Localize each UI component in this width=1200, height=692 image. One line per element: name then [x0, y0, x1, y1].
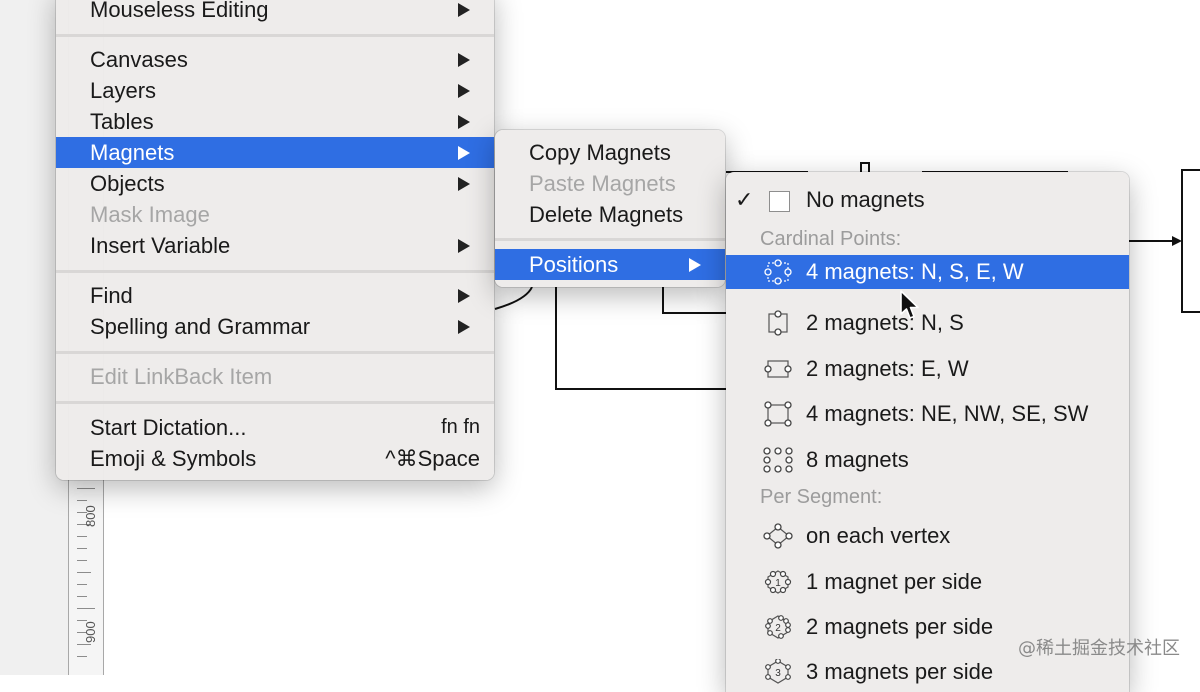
menu-item-on-each-vertex[interactable]: on each vertex [726, 519, 1129, 553]
menu-item-positions[interactable]: Positions [495, 249, 725, 280]
menu-item-label: Magnets [90, 140, 175, 165]
menu-item-label: 2 magnets: N, S [806, 310, 964, 335]
menu-item-label: Spelling and Grammar [90, 314, 311, 339]
menu-item-label: 2 magnets: E, W [806, 356, 969, 381]
magnets-ew-icon [764, 360, 792, 378]
submenu-arrow-icon [458, 146, 470, 160]
submenu-arrow-icon [458, 289, 470, 303]
menu-item-label: Canvases [90, 47, 188, 72]
watermark-text: @稀土掘金技术社区 [1018, 638, 1180, 659]
section-header-cardinal: Cardinal Points: [760, 228, 902, 250]
section-header-segment: Per Segment: [760, 486, 883, 508]
menu-item-label: 4 magnets: N, S, E, W [806, 259, 1024, 284]
submenu-arrow-icon [458, 177, 470, 191]
menu-item-label: Find [90, 283, 133, 308]
menu-item-objects[interactable]: Objects [56, 168, 494, 199]
magnets-three-per-side-icon: 3 [765, 659, 791, 684]
menu-item-1-magnet-per-side[interactable]: 1 1 magnet per side [726, 565, 1129, 599]
menu-item-4-magnets-nsew[interactable]: 4 magnets: N, S, E, W [726, 255, 1129, 289]
menu-item-3-magnets-per-side[interactable]: 3 3 magnets per side [726, 655, 1129, 689]
connector-curve[interactable] [494, 286, 533, 310]
menu-item-mask-image: Mask Image [56, 199, 494, 230]
positions-submenu: ✓ No magnets Cardinal Points: 4 magnets:… [726, 172, 1129, 692]
menu-item-4-magnets-corners[interactable]: 4 magnets: NE, NW, SE, SW [726, 397, 1129, 431]
menu-item-find[interactable]: Find [56, 280, 494, 311]
empty-square-icon [769, 191, 790, 212]
submenu-arrow-icon [458, 53, 470, 67]
menu-item-magnets[interactable]: Magnets [56, 137, 494, 168]
mouse-cursor-icon [900, 290, 919, 319]
svg-text:1: 1 [775, 578, 781, 589]
context-menu: Mouseless Editing Canvases Layers Tables… [56, 0, 494, 480]
submenu-arrow-icon [458, 320, 470, 334]
menu-item-no-magnets[interactable]: ✓ No magnets [726, 183, 1129, 217]
menu-separator [56, 34, 494, 37]
menu-item-label: 2 magnets per side [806, 614, 994, 639]
menu-separator [495, 238, 725, 241]
menu-item-canvases[interactable]: Canvases [56, 44, 494, 75]
menu-item-label: No magnets [806, 187, 925, 212]
menu-item-label: Emoji & Symbols [90, 446, 257, 471]
menu-item-8-magnets[interactable]: 8 magnets [726, 443, 1129, 477]
shape-edge[interactable] [860, 162, 870, 172]
menu-item-emoji-symbols[interactable]: Emoji & Symbols ^⌘Space [56, 443, 494, 474]
menu-item-delete-magnets[interactable]: Delete Magnets [495, 199, 725, 230]
submenu-arrow-icon [458, 115, 470, 129]
arrowhead [1172, 236, 1182, 246]
menu-separator [56, 351, 494, 354]
magnets-vertex-icon [763, 523, 793, 549]
menu-item-label: Delete Magnets [529, 202, 684, 227]
menu-item-copy-magnets[interactable]: Copy Magnets [495, 137, 725, 168]
shape-box[interactable] [1181, 169, 1200, 313]
menu-separator [56, 270, 494, 273]
menu-item-insert-variable[interactable]: Insert Variable [56, 230, 494, 261]
submenu-arrow-icon [689, 258, 701, 272]
menu-item-label: 1 magnet per side [806, 569, 983, 594]
menu-item-label: Objects [90, 171, 165, 196]
menu-item-paste-magnets: Paste Magnets [495, 168, 725, 199]
menu-item-label: Positions [529, 252, 619, 277]
menu-item-tables[interactable]: Tables [56, 106, 494, 137]
menu-item-label: Tables [90, 109, 154, 134]
menu-item-2-magnets-ns[interactable]: 2 magnets: N, S [726, 306, 1129, 340]
shortcut-label: fn fn [441, 416, 480, 438]
menu-item-label: on each vertex [806, 523, 951, 548]
menu-item-label: 8 magnets [806, 447, 909, 472]
menu-item-edit-linkback: Edit LinkBack Item [56, 361, 494, 392]
menu-separator [56, 401, 494, 404]
menu-item-start-dictation[interactable]: Start Dictation... fn fn [56, 412, 494, 443]
connector-line[interactable] [662, 287, 726, 314]
magnets-one-per-side-icon: 1 [764, 570, 792, 594]
checkmark-icon: ✓ [735, 187, 754, 212]
magnets-eight-icon [763, 447, 793, 473]
submenu-arrow-icon [458, 3, 470, 17]
menu-item-label: 3 magnets per side [806, 659, 994, 684]
svg-text:3: 3 [775, 668, 781, 679]
menu-item-label: Mouseless Editing [90, 0, 269, 22]
menu-item-label: Insert Variable [90, 233, 231, 258]
magnets-two-per-side-icon: 2 [765, 615, 791, 639]
submenu-arrow-icon [458, 84, 470, 98]
svg-text:2: 2 [775, 623, 781, 634]
magnets-nsew-icon [764, 259, 792, 285]
shortcut-label: ^⌘Space [385, 446, 480, 471]
magnets-ns-icon [768, 310, 788, 336]
magnets-submenu: Copy Magnets Paste Magnets Delete Magnet… [495, 130, 725, 287]
menu-item-label: Layers [90, 78, 157, 103]
magnets-corners-icon [764, 401, 792, 427]
menu-item-spelling-grammar[interactable]: Spelling and Grammar [56, 311, 494, 342]
menu-item-layers[interactable]: Layers [56, 75, 494, 106]
menu-item-label: Paste Magnets [529, 171, 676, 196]
menu-item-2-magnets-ew[interactable]: 2 magnets: E, W [726, 352, 1129, 386]
menu-item-label: Start Dictation... [90, 415, 247, 440]
menu-item-label: Edit LinkBack Item [90, 364, 273, 389]
menu-item-label: 4 magnets: NE, NW, SE, SW [806, 401, 1089, 426]
menu-item-mouseless-editing[interactable]: Mouseless Editing [56, 0, 494, 25]
connector-line[interactable] [555, 287, 726, 390]
submenu-arrow-icon [458, 239, 470, 253]
menu-item-label: Mask Image [90, 202, 210, 227]
menu-item-label: Copy Magnets [529, 140, 671, 165]
